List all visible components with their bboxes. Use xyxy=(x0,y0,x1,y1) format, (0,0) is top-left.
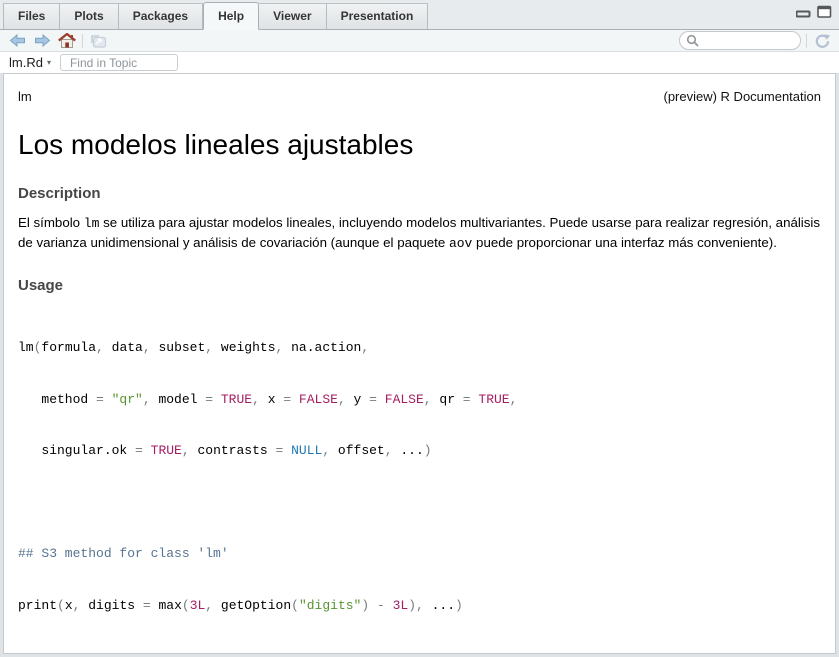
find-in-topic-input[interactable] xyxy=(60,54,178,71)
code-line: print(x, digits = max(3L, getOption("dig… xyxy=(18,595,821,617)
tab-viewer[interactable]: Viewer xyxy=(259,3,326,29)
popout-button[interactable] xyxy=(88,32,108,50)
search-icon xyxy=(686,34,699,47)
toolbar-separator xyxy=(82,34,83,48)
tab-packages[interactable]: Packages xyxy=(119,3,203,29)
tab-presentation[interactable]: Presentation xyxy=(327,3,429,29)
forward-button[interactable] xyxy=(32,32,52,50)
help-toolbar xyxy=(0,30,839,52)
code-line xyxy=(18,492,821,514)
minimize-icon xyxy=(796,6,811,18)
maximize-pane-button[interactable] xyxy=(817,6,832,18)
topic-dropdown[interactable]: lm.Rd ▾ xyxy=(9,55,51,70)
tab-files[interactable]: Files xyxy=(3,3,60,29)
doc-meta-topic: lm xyxy=(18,89,32,104)
tab-plots[interactable]: Plots xyxy=(60,3,118,29)
maximize-icon xyxy=(817,5,832,18)
doc-meta-row: lm (preview) R Documentation xyxy=(18,89,821,104)
window-controls xyxy=(796,6,832,18)
popout-icon xyxy=(90,34,107,48)
pane-tab-bar: Files Plots Packages Help Viewer Present… xyxy=(0,0,839,30)
tab-help[interactable]: Help xyxy=(203,2,259,30)
page-title: Los modelos lineales ajustables xyxy=(18,129,821,161)
forward-arrow-icon xyxy=(34,34,51,47)
usage-code-block: lm(formula, data, subset, weights, na.ac… xyxy=(18,307,821,646)
topic-label: lm.Rd xyxy=(9,55,43,70)
chevron-down-icon: ▾ xyxy=(47,58,51,67)
help-content[interactable]: lm (preview) R Documentation Los modelos… xyxy=(3,73,836,654)
refresh-icon xyxy=(814,33,831,49)
home-button[interactable] xyxy=(57,32,77,50)
back-button[interactable] xyxy=(7,32,27,50)
help-search-input[interactable] xyxy=(702,33,792,49)
back-arrow-icon xyxy=(9,34,26,47)
minimize-pane-button[interactable] xyxy=(796,6,811,18)
doc-meta-source: (preview) R Documentation xyxy=(663,89,821,104)
help-pane: Files Plots Packages Help Viewer Present… xyxy=(0,0,839,657)
code-line: lm(formula, data, subset, weights, na.ac… xyxy=(18,337,821,359)
help-search-box xyxy=(679,31,801,50)
home-icon xyxy=(58,33,76,48)
section-heading-usage: Usage xyxy=(18,277,821,294)
code-line: method = "qr", model = TRUE, x = FALSE, … xyxy=(18,389,821,411)
description-paragraph: El símbolo lm se utiliza para ajustar mo… xyxy=(18,213,821,253)
toolbar-separator-2 xyxy=(806,34,807,48)
refresh-button[interactable] xyxy=(812,32,832,50)
code-line: ## S3 method for class 'lm' xyxy=(18,543,821,565)
topic-bar: lm.Rd ▾ xyxy=(0,52,839,73)
section-heading-description: Description xyxy=(18,185,821,202)
code-line: singular.ok = TRUE, contrasts = NULL, of… xyxy=(18,440,821,462)
